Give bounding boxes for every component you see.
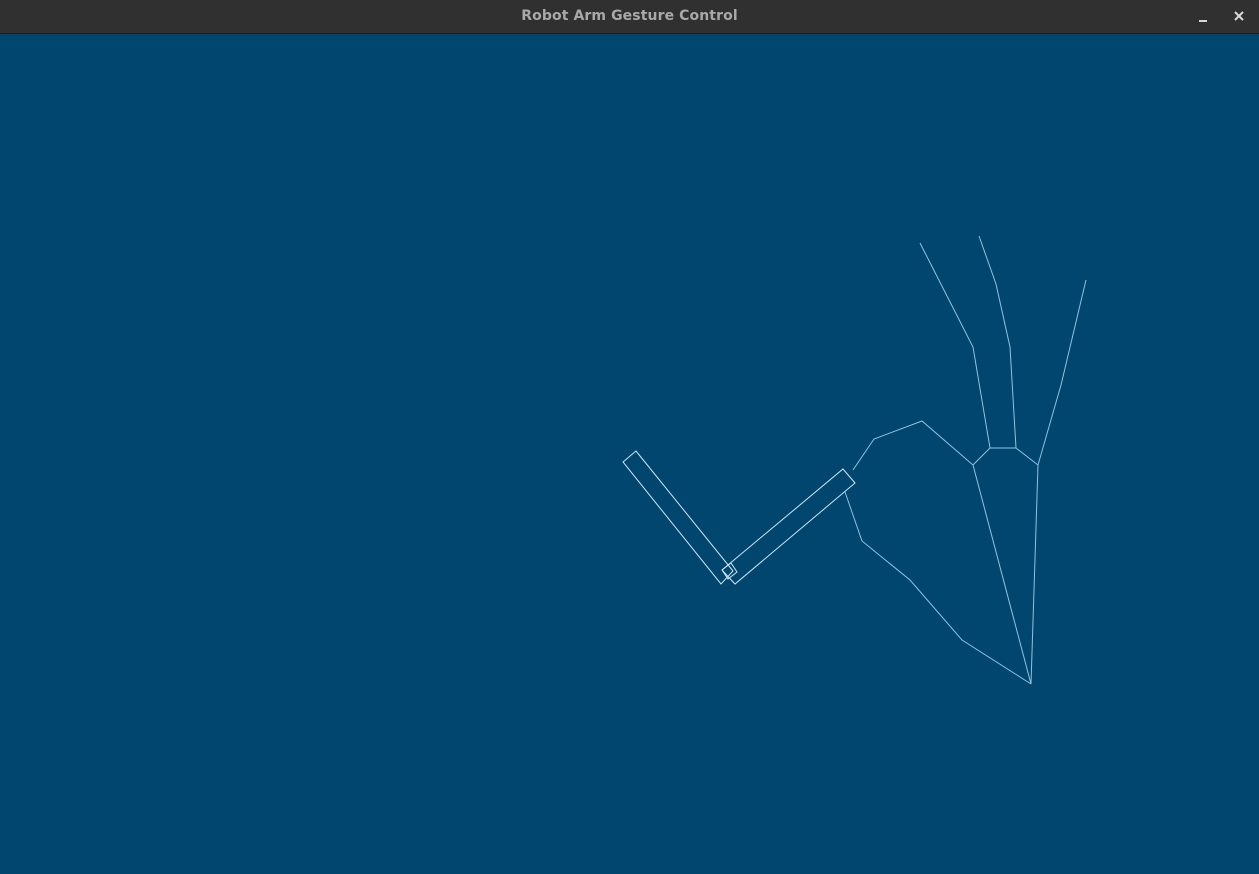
robot-arm: [622, 450, 856, 585]
close-button[interactable]: [1226, 4, 1252, 30]
window-title: Robot Arm Gesture Control: [521, 8, 738, 24]
minimize-button[interactable]: [1190, 4, 1216, 30]
scene-svg: [622, 235, 1087, 685]
upper-arm-segment: [622, 450, 734, 585]
forearm-segment: [721, 468, 856, 585]
palm-line-right: [1030, 464, 1039, 685]
render-canvas[interactable]: [0, 34, 1259, 874]
palm-outline: [972, 447, 1039, 466]
thumb: [844, 491, 1032, 685]
index-finger: [852, 420, 974, 471]
elbow-joint: [721, 562, 738, 580]
app-window: Robot Arm Gesture Control: [0, 0, 1259, 874]
middle-finger: [919, 242, 991, 449]
minimize-icon: [1199, 20, 1207, 22]
palm-line-left: [972, 464, 1032, 685]
hand-skeleton: [844, 235, 1087, 685]
title-bar[interactable]: Robot Arm Gesture Control: [0, 0, 1259, 34]
close-icon: [1234, 11, 1244, 21]
pinky-finger: [1037, 279, 1087, 466]
